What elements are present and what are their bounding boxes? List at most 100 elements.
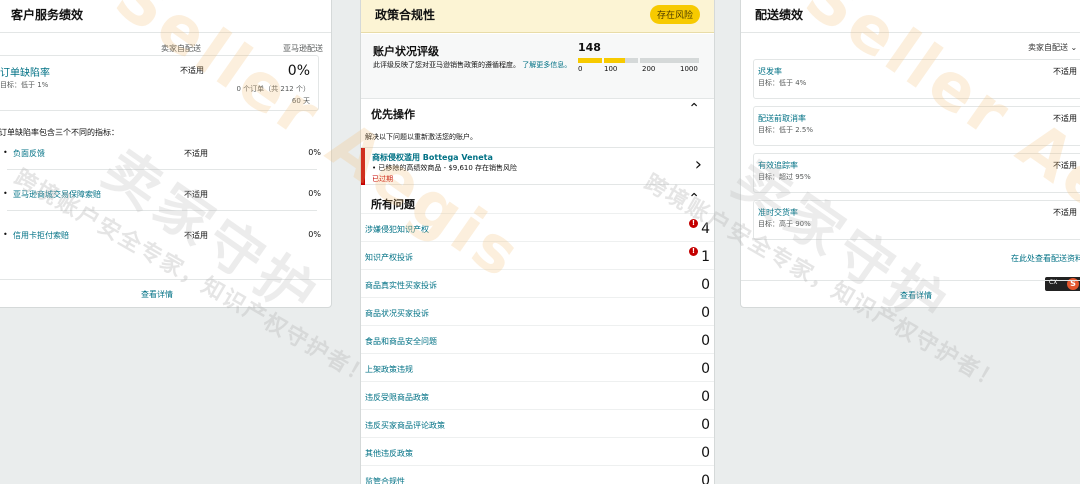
ahr-description-block: 此评级反映了您对亚马逊销售政策的遵循程度。 了解更多信息。 bbox=[373, 60, 573, 71]
issue-count: 0 bbox=[701, 417, 710, 433]
at-risk-badge: 存在风险 bbox=[649, 5, 700, 24]
shipping-metric-card: 配送前取消率 目标：低于 2.5% 不适用 bbox=[753, 106, 1080, 146]
issue-row[interactable]: 上架政策违规 0 bbox=[361, 353, 714, 381]
issue-label[interactable]: 商品状况买家投诉 bbox=[365, 308, 429, 319]
shipping-metric-card: 有效追踪率 目标：超过 95% 不适用 bbox=[753, 153, 1080, 193]
ahr-bar-separator bbox=[638, 58, 640, 63]
issue-label[interactable]: 违反买家商品评论政策 bbox=[365, 420, 445, 431]
issue-label[interactable]: 监管合规性 bbox=[365, 476, 405, 484]
odr-period: 60 天 bbox=[291, 97, 310, 105]
issue-count: 0 bbox=[701, 333, 710, 349]
odr-seller-value: 不适用 bbox=[180, 66, 204, 75]
view-shipping-data-link[interactable]: 在此处查看配送资料 bbox=[1011, 253, 1080, 264]
issue-row[interactable]: 食品和商品安全问题 0 bbox=[361, 325, 714, 353]
divider bbox=[361, 98, 714, 99]
chevron-right-icon[interactable]: › bbox=[695, 154, 702, 175]
issue-label[interactable]: 上架政策违规 bbox=[365, 364, 413, 375]
footer-divider bbox=[741, 280, 1080, 281]
issue-count: 0 bbox=[701, 361, 710, 377]
ahr-scale-label: 100 bbox=[604, 65, 618, 73]
issue-count: 0 bbox=[701, 389, 710, 405]
shipping-metric-target: 目标：高于 90% bbox=[758, 220, 811, 228]
shipping-details-link[interactable]: 查看详情 bbox=[900, 290, 932, 301]
customer-service-panel: 客户服务绩效 卖家自配送 亚马逊配送 订单缺陷率 目标：低于 1% 不适用 0%… bbox=[0, 0, 332, 308]
shipping-performance-header: 配送绩效 bbox=[741, 0, 1080, 33]
fulfillment-selector[interactable]: 卖家自配送 ⌄ bbox=[1028, 42, 1077, 53]
trademark-abuse-link[interactable]: 商标侵权滥用 Bottega Veneta bbox=[372, 152, 493, 163]
issue-row[interactable]: 商品真实性买家投诉 0 bbox=[361, 269, 714, 297]
issue-count: 4 bbox=[701, 221, 710, 237]
odr-orders: 0 个订单（共 212 个） bbox=[236, 85, 311, 93]
chargeback-claims-link[interactable]: 信用卡拒付索赔 bbox=[13, 230, 69, 241]
ahr-bar-separator bbox=[602, 58, 604, 63]
bullet-icon: • bbox=[3, 230, 8, 239]
collapse-chevron-icon[interactable]: ⌃ bbox=[688, 101, 700, 117]
collapse-chevron-icon[interactable]: ⌃ bbox=[688, 191, 700, 207]
issue-label[interactable]: 其他违反政策 bbox=[365, 448, 413, 459]
customer-service-title: 客户服务绩效 bbox=[11, 8, 84, 22]
issue-count: 0 bbox=[701, 473, 710, 484]
issue-row[interactable]: 涉嫌侵犯知识产权! 4 bbox=[361, 213, 714, 241]
divider bbox=[7, 210, 317, 211]
issue-count: 0 bbox=[701, 277, 710, 293]
on-time-delivery-rate-link[interactable]: 准时交货率 bbox=[758, 207, 798, 218]
fulfillment-selector-label: 卖家自配送 bbox=[1028, 43, 1068, 52]
issue-row[interactable]: 其他违反政策 0 bbox=[361, 437, 714, 465]
footer-divider bbox=[0, 279, 331, 280]
account-health-rating-section: 账户状况评级 此评级反映了您对亚马逊销售政策的遵循程度。 了解更多信息。 148… bbox=[361, 34, 714, 98]
issue-row[interactable]: 知识产权投诉! 1 bbox=[361, 241, 714, 269]
col-header-amazon: 亚马逊配送 bbox=[283, 44, 323, 53]
ahr-score: 148 bbox=[578, 41, 601, 54]
metric-seller-value: 不适用 bbox=[184, 231, 208, 240]
policy-compliance-header: 政策合规性 存在风险 bbox=[361, 0, 714, 33]
issue-row[interactable]: 违反买家商品评论政策 0 bbox=[361, 409, 714, 437]
odr-amazon-value: 0% bbox=[287, 63, 310, 79]
odr-card: 订单缺陷率 目标：低于 1% 不适用 0% 0 个订单（共 212 个） 60 … bbox=[0, 55, 319, 111]
negative-feedback-link[interactable]: 负面反馈 bbox=[13, 148, 45, 159]
issue-label[interactable]: 食品和商品安全问题 bbox=[365, 336, 437, 347]
priority-action-item[interactable]: 商标侵权滥用 Bottega Veneta • 已移除的高绩效商品 - $9,6… bbox=[361, 147, 714, 185]
shipping-metric-value: 不适用 bbox=[1053, 67, 1077, 76]
shipping-performance-panel: 配送绩效 卖家自配送 ⌄ 迟发率 目标：低于 4% 不适用 配送前取消率 目标：… bbox=[740, 0, 1080, 308]
ahr-score-bar bbox=[578, 58, 699, 63]
priority-actions-title: 优先操作 bbox=[371, 108, 415, 121]
col-header-seller: 卖家自配送 bbox=[161, 44, 201, 53]
shipping-metric-target: 目标：超过 95% bbox=[758, 173, 811, 181]
ahr-title: 账户状况评级 bbox=[373, 45, 439, 58]
all-issues-list: 涉嫌侵犯知识产权! 4 知识产权投诉! 1 商品真实性买家投诉 0 商品状况买家投诉 0 食品和… bbox=[361, 213, 714, 484]
issue-label[interactable]: 知识产权投诉 bbox=[365, 252, 413, 263]
issue-count: 0 bbox=[701, 305, 710, 321]
odr-target: 目标：低于 1% bbox=[0, 81, 49, 89]
issue-label[interactable]: 商品真实性买家投诉 bbox=[365, 280, 437, 291]
chevron-down-icon: ⌄ bbox=[1070, 43, 1078, 52]
odr-link[interactable]: 订单缺陷率 bbox=[0, 64, 50, 79]
a-to-z-claims-link[interactable]: 亚马逊商城交易保障索赔 bbox=[13, 189, 101, 200]
metric-amazon-value: 0% bbox=[308, 148, 321, 157]
customer-service-details-link[interactable]: 查看详情 bbox=[141, 289, 173, 300]
issue-label[interactable]: 涉嫌侵犯知识产权 bbox=[365, 224, 429, 235]
ahr-scale-label: 200 bbox=[642, 65, 656, 73]
issue-row[interactable]: 违反受限商品政策 0 bbox=[361, 381, 714, 409]
policy-compliance-title: 政策合规性 bbox=[375, 8, 436, 22]
issue-row[interactable]: 商品状况买家投诉 0 bbox=[361, 297, 714, 325]
metric-amazon-value: 0% bbox=[308, 230, 321, 239]
late-shipment-rate-link[interactable]: 迟发率 bbox=[758, 66, 782, 77]
priority-item-status: 已过期 bbox=[372, 175, 393, 183]
shipping-metric-target: 目标：低于 2.5% bbox=[758, 126, 814, 134]
shipping-metric-card: 迟发率 目标：低于 4% 不适用 bbox=[753, 59, 1080, 99]
shipping-performance-title: 配送绩效 bbox=[755, 8, 804, 22]
shipping-metric-value: 不适用 bbox=[1053, 161, 1077, 170]
bullet-icon: • bbox=[3, 148, 8, 157]
shipping-metric-target: 目标：低于 4% bbox=[758, 79, 807, 87]
ahr-description: 此评级反映了您对亚马逊销售政策的遵循程度。 bbox=[373, 61, 520, 69]
issue-label[interactable]: 违反受限商品政策 bbox=[365, 392, 429, 403]
pre-fulfillment-cancel-rate-link[interactable]: 配送前取消率 bbox=[758, 113, 806, 124]
valid-tracking-rate-link[interactable]: 有效追踪率 bbox=[758, 160, 798, 171]
metric-seller-value: 不适用 bbox=[184, 190, 208, 199]
all-issues-title: 所有问题 bbox=[371, 198, 415, 211]
learn-more-link[interactable]: 了解更多信息。 bbox=[522, 61, 571, 69]
issue-row[interactable]: 监管合规性 0 bbox=[361, 465, 714, 484]
alert-icon: ! bbox=[689, 219, 698, 228]
metric-seller-value: 不适用 bbox=[184, 149, 208, 158]
odr-breakdown-intro: 订单缺陷率包含三个不同的指标： bbox=[0, 128, 119, 137]
